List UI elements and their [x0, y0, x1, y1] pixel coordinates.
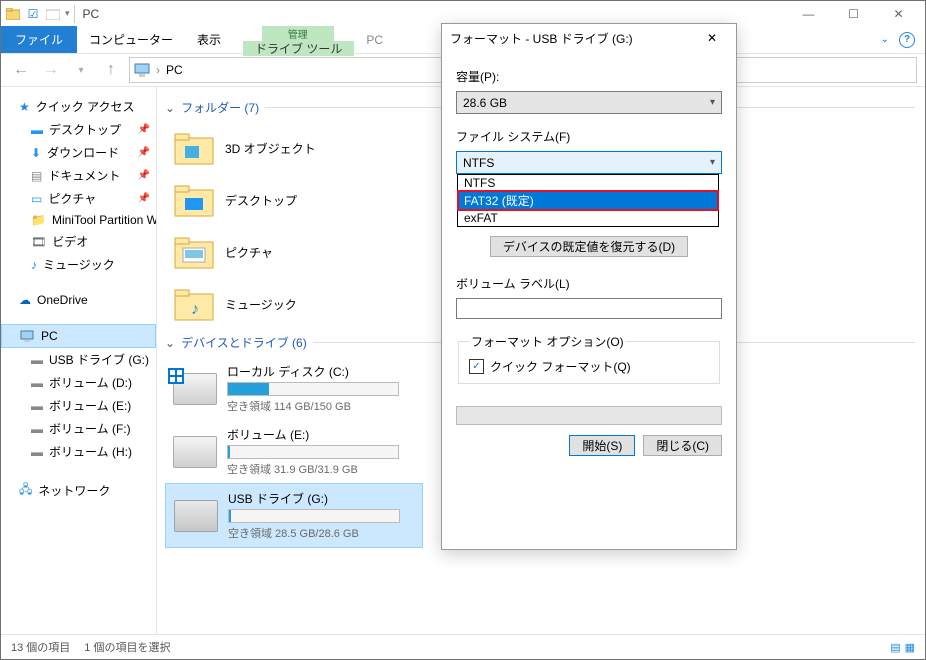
nav-drive[interactable]: ▬USB ドライブ (G:): [1, 348, 156, 371]
help-icon[interactable]: ?: [899, 32, 915, 48]
folder-music[interactable]: ♪ミュージック: [165, 278, 421, 330]
chevron-down-icon: ▾: [710, 157, 715, 168]
format-options-group: フォーマット オプション(O) ✓ クイック フォーマット(Q): [458, 333, 720, 384]
nav-desktop[interactable]: ▬デスクトップ📌: [1, 118, 156, 141]
ribbon-chevron-icon[interactable]: ⌄: [881, 34, 889, 45]
nav-videos[interactable]: 🎞ビデオ: [1, 230, 156, 253]
nav-drive[interactable]: ▬ボリューム (F:): [1, 417, 156, 440]
dialog-title: フォーマット - USB ドライブ (G:): [450, 30, 633, 47]
address-segment[interactable]: PC: [166, 63, 183, 77]
format-dialog: フォーマット - USB ドライブ (G:) ✕ 容量(P): 28.6 GB▾…: [441, 23, 737, 550]
filesystem-dropdown: NTFS FAT32 (既定) exFAT: [457, 174, 719, 227]
maximize-button[interactable]: ☐: [831, 1, 876, 26]
view-details-icon[interactable]: ▤: [890, 641, 900, 654]
folder-desktop[interactable]: デスクトップ: [165, 174, 421, 226]
qat-chevron-icon[interactable]: ▾: [65, 8, 70, 19]
nav-downloads[interactable]: ⬇ダウンロード📌: [1, 141, 156, 164]
nav-pane: ★クイック アクセス ▬デスクトップ📌 ⬇ダウンロード📌 ▤ドキュメント📌 ▭ピ…: [1, 87, 157, 634]
capacity-label: 容量(P):: [456, 68, 722, 85]
pin-icon: 📌: [138, 170, 150, 181]
tab-view[interactable]: 表示: [185, 26, 233, 53]
status-count: 13 個の項目: [11, 639, 70, 655]
volume-label-label: ボリューム ラベル(L): [456, 275, 722, 292]
nav-quick-access[interactable]: ★クイック アクセス: [1, 95, 156, 118]
properties-icon[interactable]: ☑: [25, 6, 41, 22]
filesystem-combo[interactable]: NTFS▾ NTFS FAT32 (既定) exFAT: [456, 151, 722, 174]
drive-icon: [173, 373, 217, 405]
nav-drive[interactable]: ▬ボリューム (D:): [1, 371, 156, 394]
new-folder-icon[interactable]: [45, 6, 61, 22]
tab-computer[interactable]: コンピューター: [77, 26, 185, 53]
dialog-title-bar: フォーマット - USB ドライブ (G:) ✕: [442, 24, 736, 52]
pc-icon: [134, 62, 150, 78]
pin-icon: 📌: [138, 147, 150, 158]
drive-icon: [173, 436, 217, 468]
svg-text:♪: ♪: [191, 301, 199, 318]
drive-c[interactable]: ローカル ディスク (C:)空き領域 114 GB/150 GB: [165, 357, 421, 420]
pc-icon: [19, 328, 35, 344]
nav-documents[interactable]: ▤ドキュメント📌: [1, 164, 156, 187]
status-bar: 13 個の項目 1 個の項目を選択 ▤ ▦: [1, 634, 925, 659]
back-button[interactable]: ←: [9, 58, 33, 82]
pin-icon: 📌: [138, 193, 150, 204]
nav-drive[interactable]: ▬ボリューム (H:): [1, 440, 156, 463]
volume-label-input[interactable]: [456, 298, 722, 319]
drive-icon: [174, 500, 218, 532]
tab-file[interactable]: ファイル: [1, 26, 77, 53]
fs-option-exfat[interactable]: exFAT: [458, 210, 718, 226]
nav-pc[interactable]: PC: [1, 324, 156, 348]
view-large-icon[interactable]: ▦: [905, 641, 915, 654]
drive-g-usb[interactable]: USB ドライブ (G:)空き領域 28.5 GB/28.6 GB: [165, 483, 423, 548]
context-group-label: 管理: [262, 26, 334, 41]
nav-onedrive[interactable]: ☁OneDrive: [1, 290, 156, 310]
filesystem-label: ファイル システム(F): [456, 128, 722, 145]
nav-drive[interactable]: ▬ボリューム (E:): [1, 394, 156, 417]
checkbox-icon: ✓: [469, 359, 484, 374]
fs-option-ntfs[interactable]: NTFS: [458, 175, 718, 191]
start-button[interactable]: 開始(S): [569, 435, 635, 456]
folder-3d-objects[interactable]: 3D オブジェクト: [165, 122, 421, 174]
capacity-combo[interactable]: 28.6 GB▾: [456, 91, 722, 114]
format-options-label: フォーマット オプション(O): [469, 333, 626, 350]
drive-e[interactable]: ボリューム (E:)空き領域 31.9 GB/31.9 GB: [165, 420, 421, 483]
nav-pictures[interactable]: ▭ピクチャ📌: [1, 187, 156, 210]
restore-defaults-button[interactable]: デバイスの既定値を復元する(D): [490, 236, 688, 257]
fs-option-fat32[interactable]: FAT32 (既定): [458, 191, 718, 210]
app-icon: [5, 6, 21, 22]
quick-format-checkbox[interactable]: ✓ クイック フォーマット(Q): [469, 358, 709, 375]
window-title: PC: [83, 7, 100, 21]
nav-network[interactable]: 🖧ネットワーク: [1, 477, 156, 504]
minimize-button[interactable]: —: [786, 1, 831, 26]
progress-bar: [456, 406, 722, 425]
folder-pictures[interactable]: ピクチャ: [165, 226, 421, 278]
dialog-close-button[interactable]: ✕: [696, 28, 728, 48]
pin-icon: 📌: [138, 124, 150, 135]
nav-music[interactable]: ♪ミュージック: [1, 253, 156, 276]
up-button[interactable]: ↑: [99, 58, 123, 82]
status-selection: 1 個の項目を選択: [84, 639, 170, 655]
close-button-dialog[interactable]: 閉じる(C): [643, 435, 722, 456]
nav-item[interactable]: 📁MiniTool Partition W…: [1, 210, 156, 230]
recent-chevron-icon[interactable]: ▾: [69, 58, 93, 82]
forward-button[interactable]: →: [39, 58, 63, 82]
ribbon-title: PC: [354, 26, 395, 53]
chevron-down-icon: ▾: [710, 97, 715, 108]
close-button[interactable]: ✕: [876, 1, 921, 26]
